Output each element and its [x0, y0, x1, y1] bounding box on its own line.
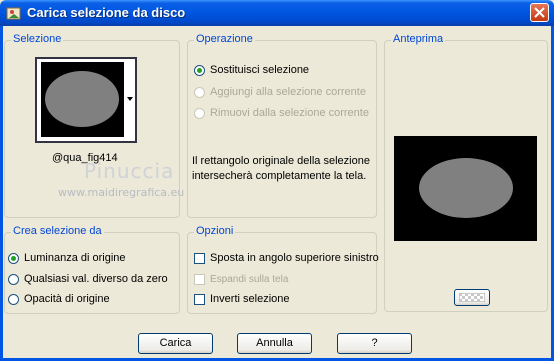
radio-rimuovi[interactable]: Rimuovi dalla selezione corrente: [194, 105, 369, 121]
checkbox-icon: [194, 293, 205, 305]
selection-thumbnail: [41, 62, 124, 137]
radio-opacita[interactable]: Opacità di origine: [8, 291, 110, 307]
title-bar: Carica selezione da disco: [0, 0, 554, 26]
radio-checked-icon: [194, 64, 205, 76]
preview-canvas: [394, 136, 537, 241]
radio-label: Qualsiasi val. diverso da zero: [24, 273, 168, 285]
app-icon: [6, 7, 21, 20]
preview-zoom-button[interactable]: [454, 289, 490, 306]
anteprima-legend: Anteprima: [391, 33, 446, 45]
checkbox-icon: [194, 252, 205, 264]
radio-label: Opacità di origine: [24, 293, 110, 305]
radio-icon: [194, 86, 205, 98]
radio-luminanza[interactable]: Luminanza di origine: [8, 250, 126, 266]
selection-picker[interactable]: [35, 57, 137, 143]
radio-sostituisci[interactable]: Sostituisci selezione: [194, 62, 309, 78]
thumbnail-ellipse: [45, 71, 119, 127]
radio-label: Aggiungi alla selezione corrente: [210, 86, 366, 98]
radio-label: Sostituisci selezione: [210, 64, 310, 76]
operation-description: Il rettangolo originale della selezione …: [192, 155, 370, 182]
selezione-legend: Selezione: [11, 33, 64, 45]
opzioni-group: Opzioni Sposta in angolo superiore sinis…: [187, 225, 379, 314]
help-button[interactable]: ?: [337, 333, 412, 354]
close-icon: [534, 7, 545, 18]
checkbox-inverti[interactable]: Inverti selezione: [194, 291, 290, 307]
radio-icon: [8, 293, 19, 305]
checkbox-label: Sposta in angolo superiore sinistro: [210, 252, 379, 264]
radio-label: Luminanza di origine: [24, 252, 126, 264]
radio-icon: [8, 273, 19, 285]
radio-qualsiasi[interactable]: Qualsiasi val. diverso da zero: [8, 271, 168, 287]
checkbox-label: Inverti selezione: [210, 293, 290, 305]
close-button[interactable]: [530, 3, 549, 22]
watermark-name: Pinuccia: [84, 159, 175, 183]
checkbox-label: Espandi sulla tela: [210, 273, 289, 285]
radio-icon: [194, 107, 205, 119]
checkbox-sposta[interactable]: Sposta in angolo superiore sinistro: [194, 250, 379, 266]
cancel-button[interactable]: Annulla: [237, 333, 312, 354]
dropdown-arrow-icon[interactable]: [127, 97, 133, 101]
operazione-legend: Operazione: [194, 33, 255, 45]
checkerboard-icon: [458, 292, 486, 303]
radio-label: Rimuovi dalla selezione corrente: [210, 107, 369, 119]
operazione-group: Operazione Sostituisci selezione Aggiung…: [187, 33, 377, 218]
opzioni-legend: Opzioni: [194, 225, 236, 237]
checkbox-espandi[interactable]: Espandi sulla tela: [194, 271, 288, 287]
load-button[interactable]: Carica: [138, 333, 213, 354]
crea-selezione-group: Crea selezione da Luminanza di origine Q…: [4, 225, 180, 314]
checkbox-icon: [194, 273, 205, 285]
crea-selezione-legend: Crea selezione da: [11, 225, 104, 237]
window-title: Carica selezione da disco: [27, 5, 186, 20]
preview-ellipse: [419, 158, 513, 218]
radio-aggiungi[interactable]: Aggiungi alla selezione corrente: [194, 84, 366, 100]
radio-checked-icon: [8, 252, 19, 264]
watermark-url: www.maidiregrafica.eu: [58, 186, 185, 199]
